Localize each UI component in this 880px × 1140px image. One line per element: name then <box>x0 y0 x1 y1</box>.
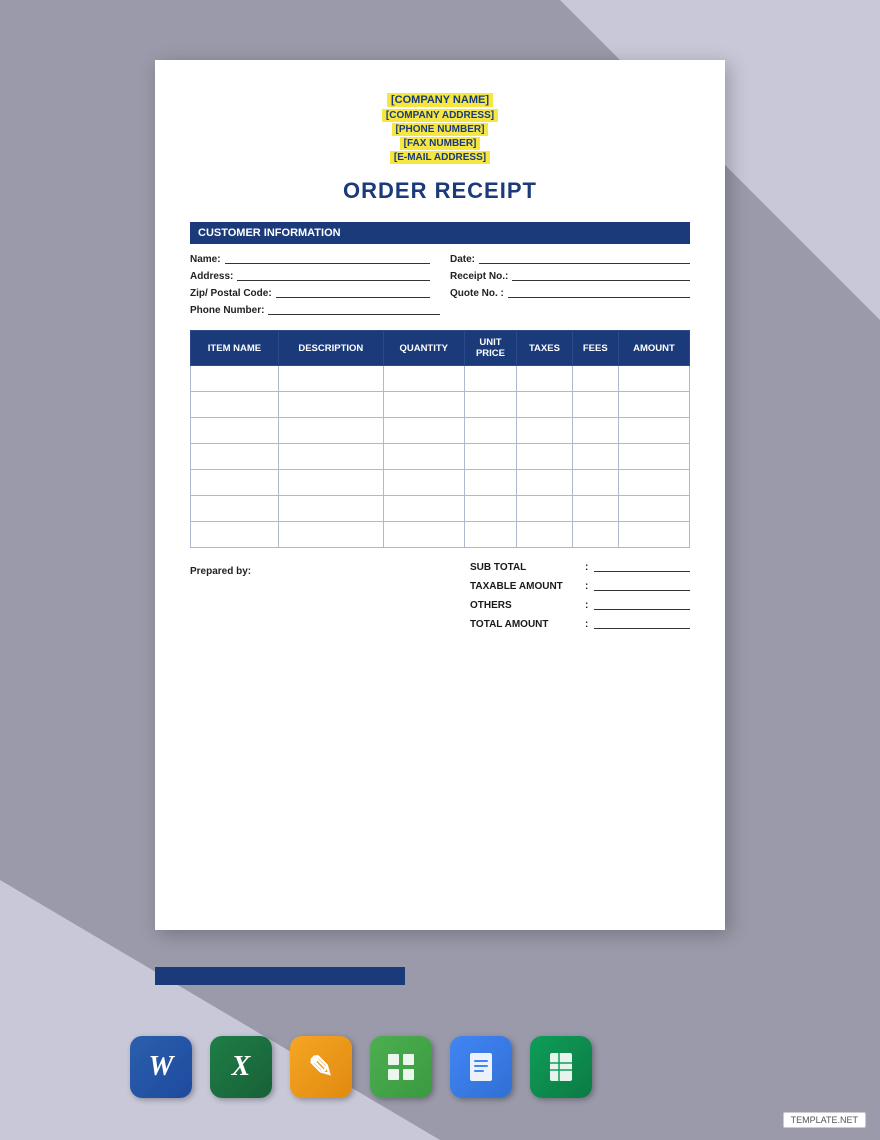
quote-label: Quote No. : <box>450 288 504 299</box>
customer-info-section: CUSTOMER INFORMATION Name: Date: Address… <box>190 222 690 316</box>
others-label: OTHERS <box>470 600 585 611</box>
sub-total-colon: : <box>585 562 588 573</box>
address-label: Address: <box>190 271 233 282</box>
company-name: [COMPANY NAME] <box>387 93 493 107</box>
col-quantity: QUANTITY <box>383 331 464 366</box>
items-table: ITEM NAME DESCRIPTION QUANTITY UNITPRICE… <box>190 330 690 548</box>
name-label: Name: <box>190 254 221 265</box>
col-fees: FEES <box>572 331 618 366</box>
col-taxes: TAXES <box>517 331 572 366</box>
app-icons-row: W X ✎ <box>130 1036 592 1098</box>
template-badge: TEMPLATE.NET <box>783 1112 866 1128</box>
table-header-row: ITEM NAME DESCRIPTION QUANTITY UNITPRICE… <box>191 331 690 366</box>
info-phone-field: Phone Number: <box>190 305 440 316</box>
taxable-amount-colon: : <box>585 581 588 592</box>
others-row: OTHERS : <box>470 600 690 611</box>
taxable-amount-row: TAXABLE AMOUNT : <box>470 581 690 592</box>
info-address-field: Address: <box>190 271 430 282</box>
info-row-address-receipt: Address: Receipt No.: <box>190 271 690 282</box>
numbers-svg <box>385 1051 417 1083</box>
company-email: [E-MAIL ADDRESS] <box>390 151 490 164</box>
receipt-input-line <box>512 280 690 281</box>
info-quote-field: Quote No. : <box>450 288 690 299</box>
col-unit-price: UNITPRICE <box>464 331 517 366</box>
customer-section-header: CUSTOMER INFORMATION <box>190 222 690 244</box>
excel-icon[interactable]: X <box>210 1036 272 1098</box>
sheets-svg <box>546 1051 576 1083</box>
bottom-bar <box>155 967 405 985</box>
quote-input-line <box>508 297 690 298</box>
docs-svg <box>466 1051 496 1083</box>
date-input-line <box>479 263 690 264</box>
col-item-name: ITEM NAME <box>191 331 279 366</box>
excel-letter: X <box>232 1051 251 1083</box>
totals-right: SUB TOTAL : TAXABLE AMOUNT : OTHERS : TO… <box>470 562 690 638</box>
address-input-line <box>237 280 430 281</box>
others-colon: : <box>585 600 588 611</box>
phone-label: Phone Number: <box>190 305 264 316</box>
col-description: DESCRIPTION <box>278 331 383 366</box>
others-line <box>594 609 690 610</box>
taxable-amount-label: TAXABLE AMOUNT <box>470 581 585 592</box>
zip-input-line <box>276 297 430 298</box>
word-icon[interactable]: W <box>130 1036 192 1098</box>
total-amount-line <box>594 628 690 629</box>
prepared-by-label: Prepared by: <box>190 562 251 638</box>
table-row <box>191 418 690 444</box>
name-input-line <box>225 263 430 264</box>
docs-icon[interactable] <box>450 1036 512 1098</box>
info-row-zip-quote: Zip/ Postal Code: Quote No. : <box>190 288 690 299</box>
info-receipt-field: Receipt No.: <box>450 271 690 282</box>
sub-total-line <box>594 571 690 572</box>
info-row-phone: Phone Number: <box>190 305 690 316</box>
word-letter: W <box>149 1051 174 1083</box>
info-name-field: Name: <box>190 254 430 265</box>
table-row <box>191 366 690 392</box>
table-row <box>191 496 690 522</box>
taxable-amount-line <box>594 590 690 591</box>
total-amount-row: TOTAL AMOUNT : <box>470 619 690 630</box>
info-date-field: Date: <box>450 254 690 265</box>
sub-total-label: SUB TOTAL <box>470 562 585 573</box>
total-amount-label: TOTAL AMOUNT <box>470 619 585 630</box>
phone-input-line <box>268 314 440 315</box>
document-title: ORDER RECEIPT <box>190 178 690 204</box>
info-row-name-date: Name: Date: <box>190 254 690 265</box>
table-row <box>191 522 690 548</box>
company-header: [COMPANY NAME] [COMPANY ADDRESS] [PHONE … <box>190 90 690 164</box>
pages-letter: ✎ <box>308 1050 333 1085</box>
template-badge-text: TEMPLATE.NET <box>791 1115 858 1125</box>
table-row <box>191 470 690 496</box>
company-fax: [FAX NUMBER] <box>400 137 481 150</box>
numbers-icon[interactable] <box>370 1036 432 1098</box>
company-address: [COMPANY ADDRESS] <box>382 109 498 122</box>
zip-label: Zip/ Postal Code: <box>190 288 272 299</box>
sub-total-row: SUB TOTAL : <box>470 562 690 573</box>
document-paper: [COMPANY NAME] [COMPANY ADDRESS] [PHONE … <box>155 60 725 930</box>
receipt-label: Receipt No.: <box>450 271 508 282</box>
date-label: Date: <box>450 254 475 265</box>
pages-icon[interactable]: ✎ <box>290 1036 352 1098</box>
table-row <box>191 444 690 470</box>
total-amount-colon: : <box>585 619 588 630</box>
col-amount: AMOUNT <box>618 331 689 366</box>
sheets-icon[interactable] <box>530 1036 592 1098</box>
info-zip-field: Zip/ Postal Code: <box>190 288 430 299</box>
company-phone: [PHONE NUMBER] <box>392 123 489 136</box>
table-row <box>191 392 690 418</box>
totals-section: Prepared by: SUB TOTAL : TAXABLE AMOUNT … <box>190 562 690 638</box>
